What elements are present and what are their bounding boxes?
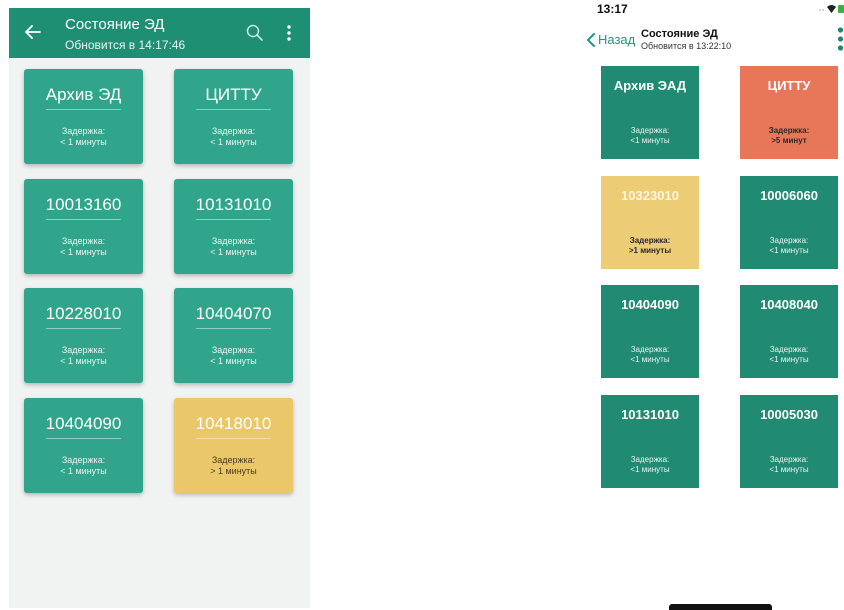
tile-delay-value: < 1 минуты (60, 466, 107, 476)
tile-delay-label: Задержка: (769, 345, 809, 354)
tile-delay-value: < 1 минуты (60, 137, 107, 147)
tile-name: 10005030 (760, 407, 818, 422)
android-screen: Состояние ЭД Обновится в 14:17:46 Архив … (9, 8, 310, 608)
tile-name: Архив ЭАД (613, 78, 687, 93)
tile-delay-value: >5 минут (771, 136, 807, 145)
tile-delay-label: Задержка: (629, 236, 671, 245)
tile-delay-value: >1 минуты (628, 246, 672, 255)
tile-delay-label: Задержка: (630, 126, 670, 135)
ios-screen: 13:17 Назад Состояние ЭД Обновится в 13:… (566, 0, 844, 610)
tile-name: 10131010 (621, 407, 679, 422)
tile-delay-value: <1 минуты (769, 246, 809, 255)
status-tile[interactable]: 10404090 Задержка: < 1 минуты (24, 398, 143, 493)
status-tile[interactable]: 10131010 Задержка: <1 минуты (601, 395, 699, 488)
tile-delay-value: <1 минуты (769, 465, 809, 474)
tile-divider (46, 219, 121, 220)
tile-delay-label: Задержка: (211, 236, 256, 246)
tile-delay-label: Задержка: (769, 455, 809, 464)
tile-divider (196, 219, 271, 220)
tile-divider (46, 438, 121, 439)
tile-name: 10323010 (621, 188, 679, 203)
tile-divider (46, 328, 121, 329)
status-tile[interactable]: 10408040 Задержка: <1 минуты (740, 285, 838, 378)
tile-divider (196, 438, 271, 439)
tile-delay-label: Задержка: (61, 455, 106, 465)
tile-name: 10418010 (195, 414, 272, 433)
chevron-left-icon[interactable] (586, 33, 596, 47)
tile-divider (46, 109, 121, 110)
tile-delay-value: < 1 минуты (210, 356, 257, 366)
tile-name: 10228010 (45, 304, 122, 323)
status-tile[interactable]: 10006060 Задержка: <1 минуты (740, 176, 838, 269)
tile-divider (196, 109, 271, 110)
tile-name: 10408040 (760, 297, 818, 312)
wifi-battery-icon (819, 5, 844, 13)
tile-name: Архив ЭД (45, 85, 122, 104)
more-vertical-icon[interactable] (837, 26, 844, 52)
home-indicator[interactable] (669, 604, 772, 610)
tile-delay-label: Задержка: (769, 236, 809, 245)
page-title: Состояние ЭД (641, 28, 718, 40)
tile-divider (196, 328, 271, 329)
tile-delay-value: <1 минуты (630, 136, 670, 145)
tile-name: 10131010 (195, 195, 272, 214)
tile-delay-value: < 1 минуты (60, 356, 107, 366)
tile-delay-label: Задержка: (61, 236, 106, 246)
tile-delay-label: Задержка: (211, 455, 256, 465)
tile-delay-value: <1 минуты (630, 465, 670, 474)
tile-delay-value: <1 минуты (769, 355, 809, 364)
status-tile[interactable]: ЦИТТУ Задержка: < 1 минуты (174, 69, 293, 164)
status-bar-time: 13:17 (597, 2, 628, 16)
refresh-subtitle: Обновится в 14:17:46 (65, 38, 186, 52)
android-toolbar: Состояние ЭД Обновится в 14:17:46 (9, 8, 310, 58)
status-tile[interactable]: 10013160 Задержка: < 1 минуты (24, 179, 143, 274)
arrow-left-icon[interactable] (23, 22, 43, 42)
status-tile[interactable]: Архив ЭАД Задержка: <1 минуты (601, 66, 699, 159)
status-tile-alert[interactable]: ЦИТТУ Задержка: >5 минут (740, 66, 838, 159)
status-tile[interactable]: 10131010 Задержка: < 1 минуты (174, 179, 293, 274)
status-tile[interactable]: 10404090 Задержка: <1 минуты (601, 285, 699, 378)
tile-name: 10404090 (45, 414, 122, 433)
status-tile-delayed[interactable]: 10323010 Задержка: >1 минуты (601, 176, 699, 269)
status-tile[interactable]: 10404070 Задержка: < 1 минуты (174, 288, 293, 383)
tile-name: ЦИТТУ (205, 85, 262, 104)
more-vertical-icon[interactable] (285, 22, 293, 44)
status-tile-delayed[interactable]: 10418010 Задержка: > 1 минуты (174, 398, 293, 493)
tile-delay-value: < 1 минуты (60, 247, 107, 257)
tile-name: ЦИТТУ (767, 78, 811, 93)
tile-name: 10006060 (760, 188, 818, 203)
status-tile[interactable]: 10228010 Задержка: < 1 минуты (24, 288, 143, 383)
status-tile[interactable]: Архив ЭД Задержка: < 1 минуты (24, 69, 143, 164)
tile-name: 10404070 (195, 304, 272, 323)
refresh-subtitle: Обновится в 13:22:10 (641, 41, 732, 51)
tile-delay-label: Задержка: (61, 345, 106, 355)
back-button[interactable]: Назад (598, 32, 635, 47)
tile-delay-label: Задержка: (61, 126, 106, 136)
tile-delay-label: Задержка: (768, 126, 810, 135)
tile-delay-label: Задержка: (630, 455, 670, 464)
tile-delay-value: <1 минуты (630, 355, 670, 364)
tile-delay-label: Задержка: (211, 345, 256, 355)
search-icon[interactable] (245, 23, 265, 43)
tile-name: 10013160 (45, 195, 122, 214)
tile-name: 10404090 (621, 297, 679, 312)
tile-delay-label: Задержка: (211, 126, 256, 136)
page-title: Состояние ЭД (65, 16, 165, 33)
status-tile[interactable]: 10005030 Задержка: <1 минуты (740, 395, 838, 488)
tile-delay-value: < 1 минуты (210, 137, 257, 147)
tile-delay-label: Задержка: (630, 345, 670, 354)
tile-delay-value: > 1 минуты (210, 466, 257, 476)
tile-delay-value: < 1 минуты (210, 247, 257, 257)
